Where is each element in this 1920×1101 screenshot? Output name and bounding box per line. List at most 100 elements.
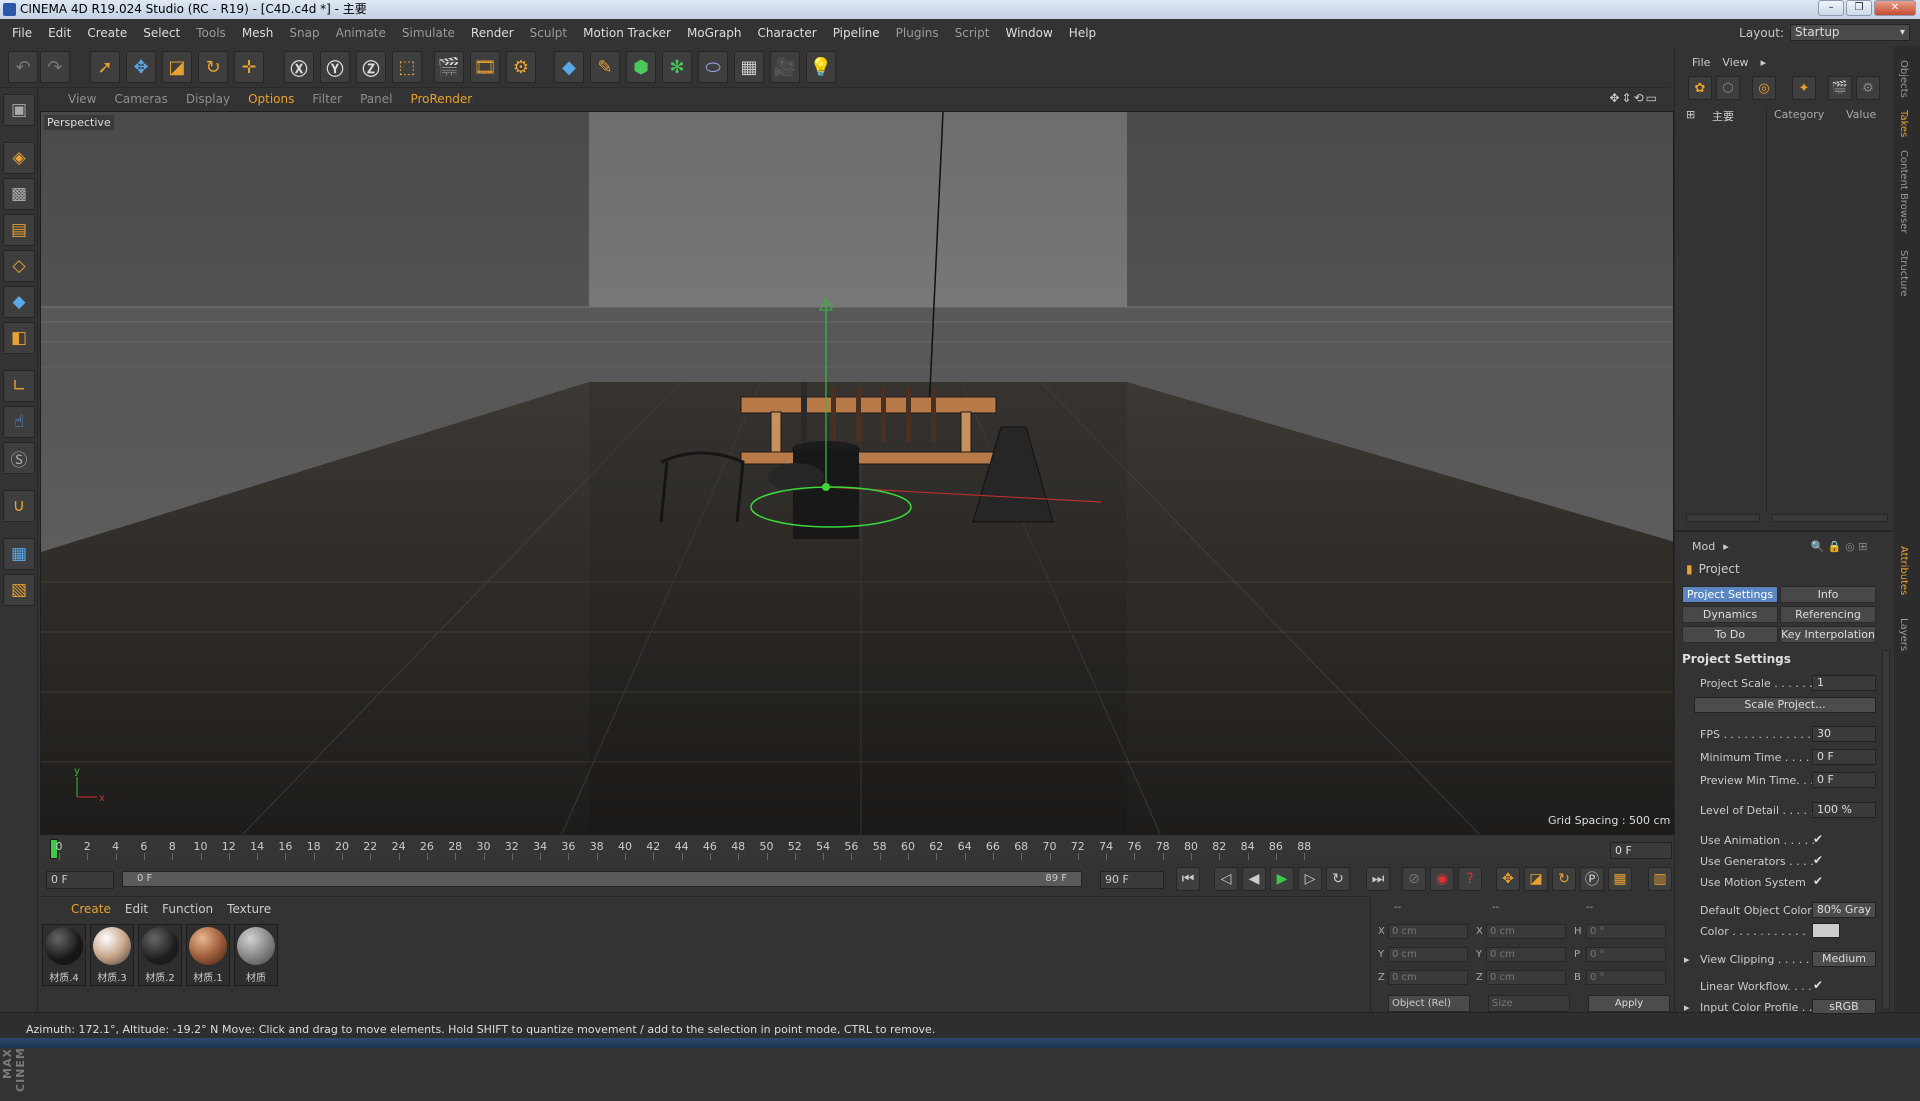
auto-keying-icon[interactable]: ◉ [1430,867,1454,891]
viewport-menu-view[interactable]: View [59,92,105,106]
menu-plugins[interactable]: Plugins [888,26,947,40]
apply-button[interactable]: Apply [1588,995,1670,1012]
frame-range-slider[interactable]: 0 F 89 F [122,871,1082,887]
menu-tools[interactable]: Tools [188,26,234,40]
pen-spline-icon[interactable]: ✎ [590,51,620,83]
texture-mode-icon[interactable]: ▩ [3,178,35,210]
attributes-more-arrow-icon[interactable]: ▸ [1721,540,1731,553]
viewport-menu-display[interactable]: Display [177,92,239,106]
rotate-tool-icon[interactable]: ↻ [198,51,228,83]
rotation-b-field[interactable]: 0 ° [1586,970,1666,985]
viewport-menu-cameras[interactable]: Cameras [105,92,176,106]
main-take-item[interactable]: 主要 [1712,108,1734,124]
use-generators-checkbox[interactable]: ✔ [1813,854,1825,866]
go-to-start-icon[interactable]: ⏮ [1176,867,1200,891]
floor-scene-icon[interactable]: ▦ [734,51,764,83]
deformer-icon[interactable]: ⬭ [698,51,728,83]
category-column[interactable]: Category [1774,108,1824,121]
linear-workflow-checkbox[interactable]: ✔ [1813,979,1825,991]
key-scale-icon[interactable]: ◪ [1524,867,1548,891]
timeline-ruler[interactable]: 0 2 4 6 8 10 12 14 16 18 20 22 24 26 28 30 32 34 36 38 40 42 4… [40,836,1674,862]
size-y-field[interactable]: 0 cm [1486,947,1566,962]
viewport-menu-filter[interactable]: Filter [303,92,351,106]
menu-render[interactable]: Render [463,26,522,40]
side-tab-content-browser[interactable]: Content Browser [1898,150,1909,233]
layout-dropdown[interactable]: Startup [1790,24,1910,41]
next-frame-icon[interactable]: ▷ [1298,867,1322,891]
cube-primitive-icon[interactable]: ◆ [554,51,584,83]
play-icon[interactable]: ▶ [1270,867,1294,891]
minimize-button[interactable]: – [1818,0,1844,16]
menu-character[interactable]: Character [749,26,824,40]
snap-icon[interactable]: ∪ [3,490,35,522]
preview-min-time-field[interactable]: 0 F [1812,772,1876,788]
end-frame-field[interactable]: 90 F [1100,871,1164,889]
coordinate-system-icon[interactable]: ⬚ [392,51,422,83]
level-of-detail-field[interactable]: 100 % [1812,802,1876,818]
planar-workplane-icon[interactable]: ▧ [3,574,35,606]
menu-mesh[interactable]: Mesh [234,26,282,40]
menu-file[interactable]: File [4,26,40,40]
maximize-button[interactable]: ❐ [1846,0,1872,16]
minimum-time-field[interactable]: 0 F [1812,749,1876,765]
fps-field[interactable]: 30 [1812,726,1876,742]
solo-mode-icon[interactable]: Ⓢ [3,442,35,474]
menu-select[interactable]: Select [135,26,188,40]
menu-animate[interactable]: Animate [328,26,394,40]
edges-mode-icon[interactable]: ◆ [3,286,35,318]
objects-scrollbar-left[interactable] [1686,514,1760,522]
objects-scrollbar-right[interactable] [1772,514,1888,522]
project-scale-field[interactable]: 1 [1812,675,1876,691]
color-swatch[interactable] [1812,923,1840,938]
viewport-navigation-icons[interactable]: ✥⇕⟲▭ [1600,91,1668,105]
rotation-h-field[interactable]: 0 ° [1586,924,1666,939]
y-axis-lock-icon[interactable]: Ⓨ [320,51,350,83]
attributes-mode-menu[interactable]: Mod [1686,540,1721,553]
viewport-menu-prorender[interactable]: ProRender [401,92,481,106]
objects-render-icon[interactable]: 🎬 [1828,76,1852,100]
menu-pipeline[interactable]: Pipeline [825,26,888,40]
objects-more-arrow-icon[interactable]: ▸ [1755,56,1773,69]
material-menu-edit[interactable]: Edit [118,902,155,916]
lock-workplane-icon[interactable]: ▦ [3,538,35,570]
subdivision-surface-icon[interactable]: ⬢ [626,51,656,83]
side-tab-attributes[interactable]: Attributes [1898,546,1909,595]
size-mode-dropdown[interactable]: Size [1488,995,1570,1012]
objects-takes-icon[interactable]: ◎ [1752,76,1776,100]
tab-dynamics[interactable]: Dynamics [1682,606,1778,623]
polygons-mode-icon[interactable]: ◧ [3,322,35,354]
menu-motion-tracker[interactable]: Motion Tracker [575,26,679,40]
rotation-p-field[interactable]: 0 ° [1586,947,1666,962]
tab-to-do[interactable]: To Do [1682,626,1778,643]
objects-filter-icon[interactable]: ✿ [1688,76,1712,100]
key-rotation-icon[interactable]: ↻ [1552,867,1576,891]
record-keys-icon[interactable]: ⊘ [1402,867,1426,891]
scale-tool-icon[interactable]: ◪ [162,51,192,83]
scale-project-button[interactable]: Scale Project... [1694,697,1876,713]
attributes-nav-icons[interactable]: 🔍 🔒 ◎ ⊞ [1731,540,1868,553]
objects-menu-file[interactable]: File [1686,56,1716,69]
key-position-icon[interactable]: ✥ [1496,867,1520,891]
use-motion-system-checkbox[interactable]: ✔ [1813,875,1825,887]
tweak-mode-icon[interactable]: ☝ [3,406,35,438]
viewport-menu-options[interactable]: Options [239,92,303,106]
use-animation-checkbox[interactable]: ✔ [1813,833,1825,845]
size-x-field[interactable]: 0 cm [1486,924,1566,939]
value-column[interactable]: Value [1846,108,1876,121]
material-menu-create[interactable]: Create [64,902,118,916]
view-clipping-dropdown[interactable]: Medium [1812,951,1876,967]
close-button[interactable]: ✕ [1874,0,1916,16]
objects-settings-icon[interactable]: ⚙ [1856,76,1880,100]
tab-project-settings[interactable]: Project Settings [1682,586,1778,603]
menu-simulate[interactable]: Simulate [394,26,463,40]
side-tab-takes[interactable]: Takes [1898,110,1909,137]
material-swatch[interactable]: 材质.2 [138,924,182,986]
keyframe-selection-icon[interactable]: ? [1458,867,1482,891]
workplane-mode-icon[interactable]: ▤ [3,214,35,246]
position-y-field[interactable]: 0 cm [1388,947,1468,962]
key-parameter-icon[interactable]: Ⓟ [1580,867,1604,891]
perspective-viewport[interactable]: y x [40,111,1674,835]
objects-tags-icon[interactable]: ✦ [1792,76,1816,100]
default-object-color-dropdown[interactable]: 80% Gray [1812,902,1876,918]
material-menu-function[interactable]: Function [155,902,220,916]
